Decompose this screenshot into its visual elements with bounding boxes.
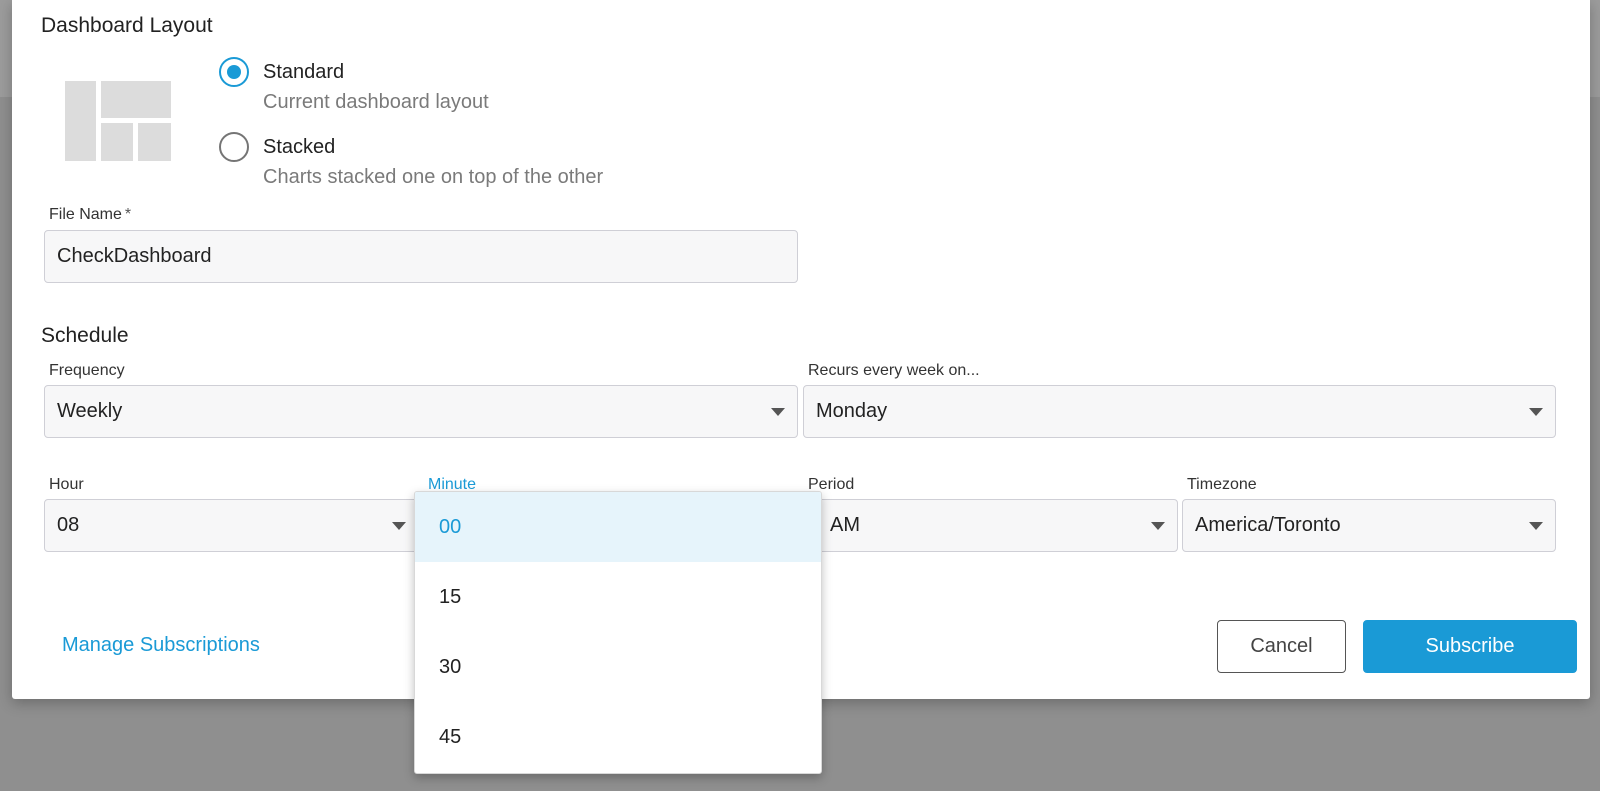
option-standard-description: Current dashboard layout xyxy=(263,91,489,113)
recurs-label: Recurs every week on... xyxy=(808,362,980,379)
period-select[interactable]: AM xyxy=(803,499,1178,552)
hour-value: 08 xyxy=(57,514,80,536)
frequency-value: Weekly xyxy=(57,400,123,422)
caret-down-icon xyxy=(1151,522,1165,530)
subscribe-button[interactable]: Subscribe xyxy=(1363,620,1577,673)
minute-option[interactable]: 15 xyxy=(415,562,821,632)
caret-down-icon xyxy=(1529,522,1543,530)
recurs-day-value: Monday xyxy=(816,400,888,422)
caret-down-icon xyxy=(771,408,785,416)
caret-down-icon xyxy=(392,522,406,530)
timezone-select[interactable]: America/Toronto xyxy=(1182,499,1556,552)
radio-standard[interactable] xyxy=(219,57,249,87)
timezone-value: America/Toronto xyxy=(1195,514,1341,536)
frequency-select[interactable]: Weekly xyxy=(44,385,798,438)
caret-down-icon xyxy=(1529,408,1543,416)
required-marker: * xyxy=(124,206,132,223)
manage-subscriptions-link[interactable]: Manage Subscriptions xyxy=(62,634,260,657)
frequency-label: Frequency xyxy=(49,362,125,379)
option-stacked-description: Charts stacked one on top of the other xyxy=(263,166,604,188)
file-name-label: File Name * xyxy=(49,206,132,223)
period-value: AM xyxy=(830,514,860,536)
minute-option[interactable]: 00 xyxy=(415,492,821,562)
minute-option[interactable]: 30 xyxy=(415,632,821,702)
option-standard-label: Standard xyxy=(263,61,345,83)
file-name-input[interactable]: CheckDashboard xyxy=(44,230,798,283)
option-stacked-label: Stacked xyxy=(263,136,336,158)
cancel-button[interactable]: Cancel xyxy=(1217,620,1346,673)
hour-select[interactable]: 08 xyxy=(44,499,419,552)
layout-thumbnail-icon xyxy=(65,81,171,161)
hour-label: Hour xyxy=(49,476,84,493)
minute-option[interactable]: 45 xyxy=(415,702,821,772)
recurs-day-select[interactable]: Monday xyxy=(803,385,1556,438)
timezone-label: Timezone xyxy=(1187,476,1257,493)
dashboard-layout-title: Dashboard Layout xyxy=(41,14,213,37)
schedule-title: Schedule xyxy=(41,324,129,347)
minute-dropdown-menu: 00 15 30 45 xyxy=(414,491,822,774)
radio-stacked[interactable] xyxy=(219,132,249,162)
